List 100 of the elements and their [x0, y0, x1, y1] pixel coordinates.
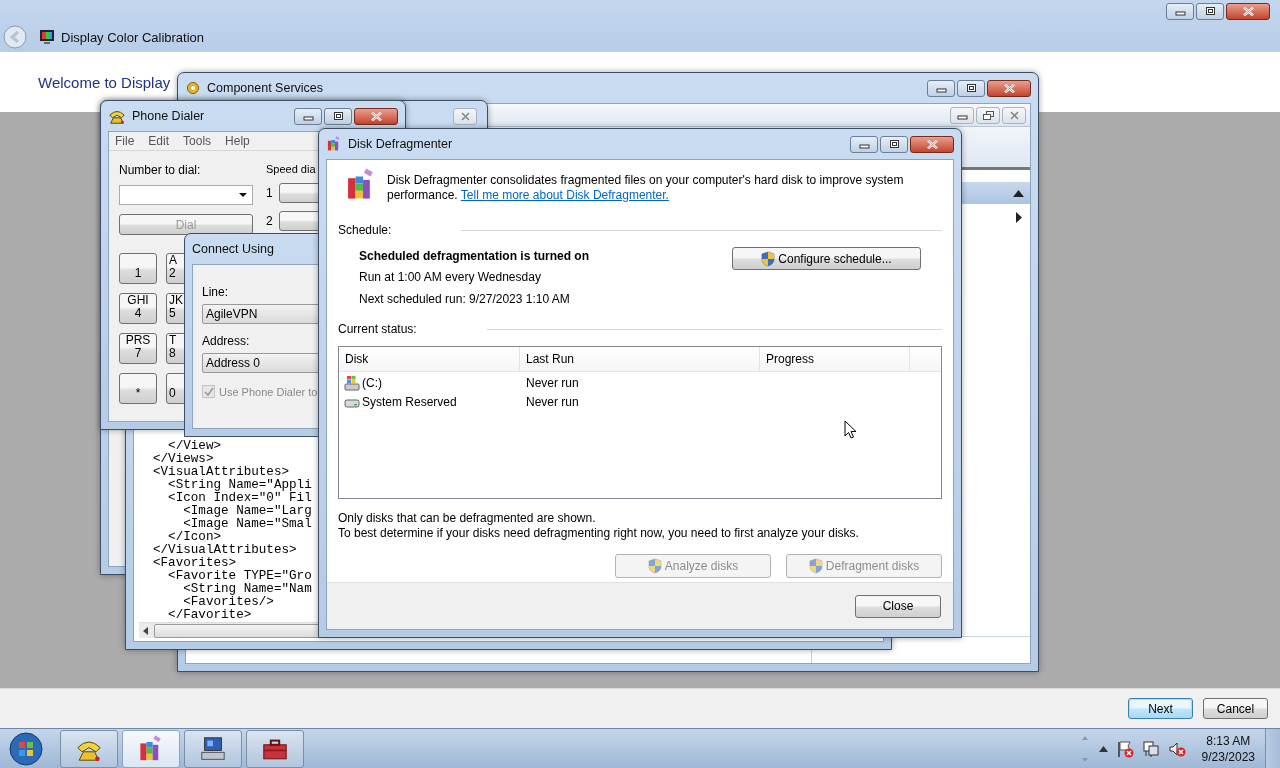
keypad-button[interactable]: GHI 4: [119, 293, 157, 324]
taskbar-button[interactable]: [246, 729, 304, 768]
code-line: <VisualAttributes>: [153, 466, 290, 479]
table-cell-text: Never run: [525, 394, 580, 409]
menu-item[interactable]: File: [115, 134, 135, 148]
back-button-icon: [3, 25, 27, 49]
maximize-button[interactable]: [324, 107, 352, 125]
close-button[interactable]: [987, 79, 1031, 97]
speed-dial-number: 1: [266, 186, 273, 200]
minimize-button[interactable]: [950, 106, 974, 124]
restore-icon: [982, 110, 994, 120]
number-field[interactable]: [119, 185, 253, 205]
monitor-icon: [39, 29, 55, 45]
next-button[interactable]: Next: [1128, 698, 1193, 719]
maximize-icon: [1204, 7, 1216, 16]
field-label: Speed dia: [266, 163, 317, 175]
window-title: Phone Dialer: [132, 109, 205, 123]
field-label: Number to dial:: [119, 163, 202, 177]
menu-item[interactable]: Help: [225, 134, 250, 148]
section-label: Schedule:: [338, 223, 392, 237]
window-title: Component Services: [207, 81, 324, 95]
keypad-button[interactable]: 1: [119, 253, 157, 284]
code-line: <Favorites>: [153, 557, 237, 570]
close-button[interactable]: [354, 107, 398, 125]
close-button[interactable]: Close: [855, 594, 941, 618]
maximize-button[interactable]: [957, 79, 985, 97]
close-icon: [1003, 83, 1015, 93]
note-text: To best determine if your disks need defragmenting right now, you need to first analyze your disks.: [338, 526, 859, 541]
column-header[interactable]: Last Run: [520, 347, 760, 371]
note-text: Only disks that can be defragmented are shown.: [338, 511, 596, 526]
speed-dial-number: 2: [266, 214, 273, 228]
close-button[interactable]: [910, 135, 954, 153]
maximize-icon: [888, 139, 900, 149]
description-text: Disk Defragmenter consolidates fragmented files on your computer's hard disk to improve system performance. Tell me more about Disk Defragmenter.: [387, 173, 905, 203]
maximize-icon: [965, 83, 977, 93]
field-label: Line:: [202, 285, 229, 299]
next-run-text: Next scheduled run: 9/27/2023 1:10 AM: [359, 292, 571, 306]
keypad-button[interactable]: *: [119, 373, 157, 404]
close-icon: [1009, 110, 1019, 120]
column-header[interactable]: Progress: [760, 347, 910, 371]
code-line: <Favorite TYPE="Gro: [167, 570, 312, 583]
code-line: </Views>: [153, 453, 214, 466]
shield-icon: [808, 558, 823, 574]
show-hidden-icons-icon: [1098, 745, 1108, 752]
shield-icon: [761, 250, 776, 267]
checkmark-icon: [203, 386, 214, 397]
computer-icon: [199, 734, 227, 763]
menu-item[interactable]: Edit: [148, 134, 170, 148]
clock-date[interactable]: 9/23/2023: [1201, 748, 1255, 765]
window-title: Disk Defragmenter: [348, 137, 453, 151]
scroll-left-icon: [143, 626, 148, 635]
code-line: </VisualAttributes>: [153, 544, 297, 557]
menu-item[interactable]: Tools: [183, 134, 212, 148]
configure-schedule-button[interactable]: Configure schedule...: [732, 247, 921, 270]
defrag-icon: [326, 136, 342, 152]
code-line: </Favorite>: [167, 609, 252, 622]
section-label: Current status:: [338, 322, 417, 336]
code-line: <String Name="Appli: [167, 479, 312, 492]
close-icon: [460, 111, 470, 121]
expand-arrow-icon: [1016, 211, 1022, 223]
page-heading: Welcome to Display: [38, 73, 171, 91]
column-header[interactable]: Disk: [339, 347, 520, 371]
keypad-button[interactable]: PRS 7: [119, 333, 157, 364]
code-line: <Icon Index="0" Fil: [167, 492, 312, 505]
close-icon: [1242, 7, 1254, 16]
maximize-icon: [332, 111, 344, 121]
window-title: Connect Using: [192, 242, 274, 256]
code-line: </Icon>: [167, 531, 222, 544]
window-title: Display Color Calibration: [61, 29, 205, 45]
table-cell: (C:): [362, 375, 382, 390]
mouse-pointer-icon: [844, 420, 857, 439]
code-line: <Image Name="Larg: [182, 505, 312, 518]
schedule-time: Run at 1:00 AM every Wednesday: [359, 270, 542, 284]
close-icon: [926, 139, 938, 149]
restore-button[interactable]: [976, 106, 1000, 124]
gear-icon: [185, 80, 201, 96]
close-button[interactable]: [1226, 3, 1270, 20]
shield-icon: [647, 558, 662, 574]
code-line: <Favorites/>: [182, 596, 274, 609]
system-drive-icon: [344, 374, 360, 391]
network-icon: [1141, 739, 1160, 758]
code-line: <Image Name="Smal: [183, 518, 312, 531]
maximize-button[interactable]: [880, 135, 908, 153]
help-link[interactable]: Tell me more about Disk Defragmenter.: [460, 188, 669, 202]
maximize-button[interactable]: [1196, 3, 1224, 20]
cancel-button[interactable]: Cancel: [1203, 698, 1268, 719]
clock-time[interactable]: 8:13 AM: [1206, 732, 1251, 749]
start-button-icon: [8, 730, 44, 767]
code-line: </View>: [167, 440, 222, 453]
table-cell: System Reserved: [362, 394, 457, 409]
close-icon: [370, 111, 382, 121]
code-line: <String Name="Nam: [182, 583, 312, 596]
taskbar-button[interactable]: [184, 729, 242, 768]
taskbar-button[interactable]: [60, 729, 118, 768]
dropdown-icon: [239, 193, 247, 197]
flag-error-icon: [1115, 739, 1134, 758]
taskbar-button[interactable]: [122, 729, 180, 768]
table-cell-text: Never run: [525, 375, 580, 390]
schedule-status: Scheduled defragmentation is turned on: [359, 249, 590, 263]
collapse-icon: [1013, 189, 1024, 197]
